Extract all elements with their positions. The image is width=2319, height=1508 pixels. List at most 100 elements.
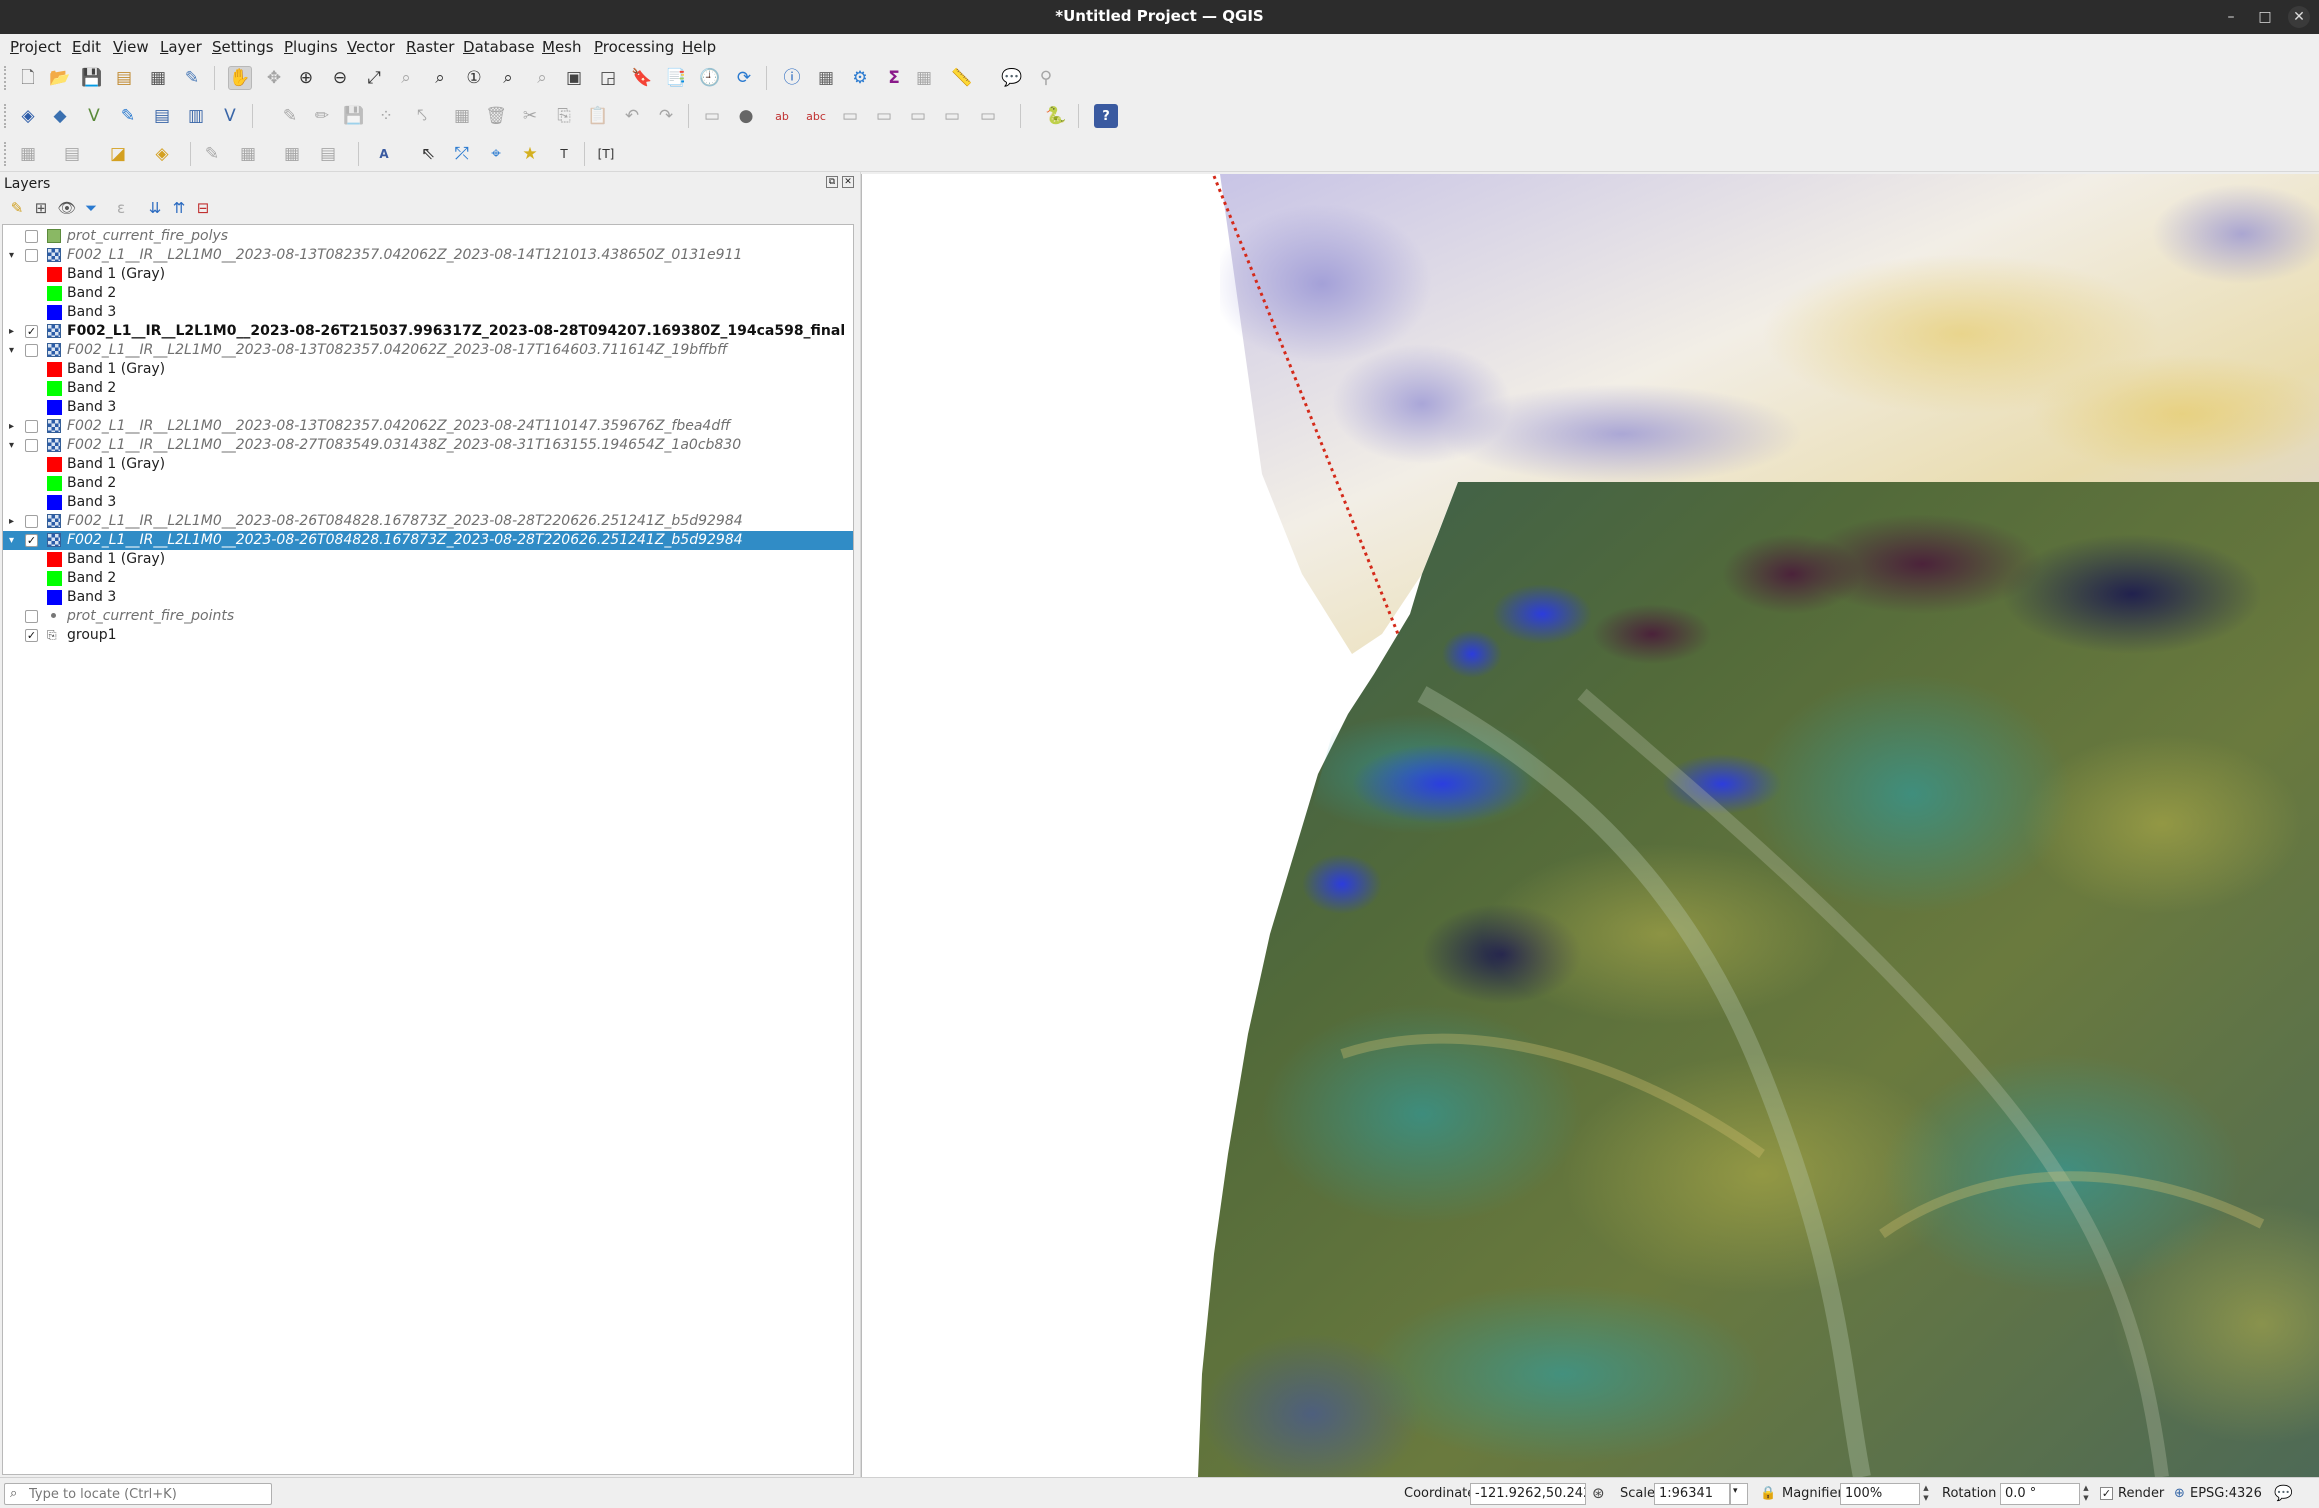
zoom-next-icon[interactable]: ⌕ (530, 66, 554, 90)
filter-by-expression-icon[interactable]: ε (110, 198, 132, 218)
add-group-icon[interactable]: ⊞ (30, 198, 52, 218)
deselect-all-icon[interactable]: ◪ (106, 142, 130, 166)
menu-project[interactable]: Project (10, 38, 61, 56)
new-map-view-icon[interactable]: ▣ (562, 66, 586, 90)
menu-help[interactable]: Help (682, 38, 716, 56)
band-row[interactable]: Band 3 (3, 303, 853, 322)
layer-row-selected[interactable]: ▾ ✓ F002_L1__IR__L2L1M0__2023-08-26T0848… (3, 531, 853, 550)
paste-features-icon[interactable]: 📋 (586, 104, 610, 128)
cut-features-icon[interactable]: ✂ (518, 104, 542, 128)
attribute-form-icon[interactable]: ▦ (236, 142, 260, 166)
menu-view[interactable]: View (113, 38, 149, 56)
magnifier-field[interactable]: 100% (1840, 1483, 1920, 1505)
panel-float-icon[interactable]: ⧉ (826, 176, 838, 188)
magnifier-spin-icon[interactable]: ▲ ▼ (1920, 1483, 1932, 1505)
menu-mesh[interactable]: Mesh (542, 38, 582, 56)
graphical-modeler-icon[interactable]: ▤ (316, 142, 340, 166)
layer-visibility-checkbox[interactable] (25, 230, 38, 243)
help-contents-icon[interactable]: ? (1094, 104, 1118, 128)
move-label-icon[interactable]: ▭ (838, 104, 862, 128)
zoom-out-icon[interactable]: ⊖ (328, 66, 352, 90)
data-source-manager-icon[interactable]: ◈ (16, 104, 40, 128)
messages-icon[interactable]: 💬 (2274, 1484, 2293, 1502)
layer-visibility-checkbox[interactable]: ✓ (25, 325, 38, 338)
open-project-icon[interactable]: 📂 (48, 66, 72, 90)
favorites-star-icon[interactable]: ★ (518, 142, 542, 166)
minimize-button[interactable]: – (2220, 6, 2242, 28)
refresh-icon[interactable]: ⟳ (732, 66, 756, 90)
layer-row[interactable]: ▾ F002_L1__IR__L2L1M0__2023-08-13T082357… (3, 341, 853, 360)
expand-all-icon[interactable]: ⇊ (144, 198, 166, 218)
panel-close-icon[interactable]: ✕ (842, 176, 854, 188)
crs-globe-icon[interactable]: ⊕ (2174, 1486, 2185, 1501)
maximize-button[interactable]: □ (2254, 6, 2276, 28)
layer-row[interactable]: ▾ F002_L1__IR__L2L1M0__2023-08-13T082357… (3, 246, 853, 265)
layout-manager-icon[interactable]: ▦ (146, 66, 170, 90)
label-callout-icon[interactable]: ▭ (976, 104, 1000, 128)
map-tips-icon[interactable]: 💬 (1000, 66, 1024, 90)
menu-vector[interactable]: Vector (347, 38, 395, 56)
collapse-arrow-icon[interactable]: ▾ (9, 436, 19, 455)
settings-gear-icon[interactable]: ⚙ (848, 66, 872, 90)
rotation-field[interactable]: 0.0 ° (2000, 1483, 2080, 1505)
digitize-shape-icon[interactable]: ⤱ (450, 142, 474, 166)
layer-visibility-checkbox[interactable] (25, 344, 38, 357)
expand-arrow-icon[interactable]: ▸ (9, 417, 19, 436)
save-project-icon[interactable]: 💾 (80, 66, 104, 90)
current-edits-icon[interactable]: ✎ (278, 104, 302, 128)
new-3d-map-view-icon[interactable]: ◲ (596, 66, 620, 90)
show-bookmarks-icon[interactable]: 📑 (664, 66, 688, 90)
menu-plugins[interactable]: Plugins (284, 38, 338, 56)
toggle-editing-icon[interactable]: ✏ (310, 104, 334, 128)
annotation-text-box-icon[interactable]: [T] (594, 142, 618, 166)
layer-visibility-checkbox[interactable] (25, 610, 38, 623)
map-canvas[interactable] (861, 174, 2319, 1477)
select-by-value-icon[interactable]: ▤ (60, 142, 84, 166)
layer-row[interactable]: ▾ F002_L1__IR__L2L1M0__2023-08-27T083549… (3, 436, 853, 455)
new-project-icon[interactable]: 🗋 (16, 66, 40, 90)
statistical-summary-icon[interactable]: Σ (882, 66, 906, 90)
label-properties-icon[interactable]: abc (804, 104, 828, 128)
band-row[interactable]: Band 1 (Gray) (3, 360, 853, 379)
toolbar-grip[interactable] (4, 142, 8, 166)
open-layer-styling-icon[interactable]: ✎ (6, 198, 28, 218)
layer-visibility-checkbox[interactable]: ✓ (25, 534, 38, 547)
rotation-spin-icon[interactable]: ▲ ▼ (2080, 1483, 2092, 1505)
vertex-tool-icon[interactable]: ⤣ (410, 104, 434, 128)
scale-field[interactable]: 1:96341 (1654, 1483, 1730, 1505)
render-checkbox[interactable]: ✓ (2100, 1487, 2113, 1500)
band-row[interactable]: Band 2 (3, 474, 853, 493)
field-calculator-icon[interactable]: ✎ (200, 142, 224, 166)
text-annotation-icon[interactable]: ⚲ (1034, 66, 1058, 90)
python-console-icon[interactable]: 🐍 (1044, 104, 1068, 128)
delete-selected-icon[interactable]: 🗑 (484, 104, 508, 128)
show-hide-labels-icon[interactable]: ▭ (940, 104, 964, 128)
band-row[interactable]: Band 3 (3, 588, 853, 607)
menu-settings[interactable]: Settings (212, 38, 274, 56)
zoom-to-layer-icon[interactable]: ⌕ (428, 66, 452, 90)
filter-legend-icon[interactable]: ⏷ (80, 198, 102, 218)
band-row[interactable]: Band 1 (Gray) (3, 265, 853, 284)
locator-input[interactable] (29, 1485, 267, 1503)
band-row[interactable]: Band 1 (Gray) (3, 550, 853, 569)
new-spatialite-layer-icon[interactable]: ▥ (184, 104, 208, 128)
label-tool-icon[interactable]: ▭ (700, 104, 724, 128)
identify-features-icon[interactable]: ⓘ (780, 66, 804, 90)
new-geopackage-layer-icon[interactable]: ◆ (48, 104, 72, 128)
rotate-label-icon[interactable]: ▭ (872, 104, 896, 128)
menu-raster[interactable]: Raster (406, 38, 454, 56)
band-row[interactable]: Band 3 (3, 493, 853, 512)
zoom-full-icon[interactable]: ⤢ (362, 66, 386, 90)
close-button[interactable]: ✕ (2288, 6, 2310, 28)
toolbar-grip[interactable] (4, 104, 8, 128)
modify-attributes-icon[interactable]: ▦ (450, 104, 474, 128)
manage-map-themes-icon[interactable]: 👁 (56, 198, 78, 218)
new-temporary-layer-icon[interactable]: ✎ (116, 104, 140, 128)
layer-row[interactable]: prot_current_fire_polys (3, 227, 853, 246)
group-visibility-checkbox[interactable]: ✓ (25, 629, 38, 642)
new-shapefile-layer-icon[interactable]: V (82, 104, 106, 128)
layer-row[interactable]: ▸ F002_L1__IR__L2L1M0__2023-08-26T084828… (3, 512, 853, 531)
layer-row[interactable]: ▸ ✓ F002_L1__IR__L2L1M0__2023-08-26T2150… (3, 322, 853, 341)
remove-layer-icon[interactable]: ⊟ (192, 198, 214, 218)
band-row[interactable]: Band 1 (Gray) (3, 455, 853, 474)
